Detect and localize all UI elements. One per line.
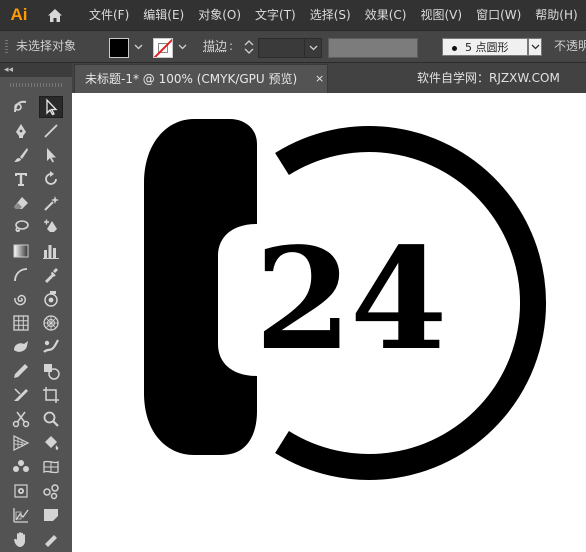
menu-file[interactable]: 文件(F)	[82, 0, 136, 30]
menu-bar: Ai 文件(F) 编辑(E) 对象(O) 文字(T) 选择(S) 效果(C) 视…	[0, 0, 586, 30]
tools-panel-grip[interactable]	[10, 83, 62, 87]
home-icon[interactable]	[44, 4, 66, 26]
pen-tool-icon[interactable]	[9, 120, 33, 142]
free-transform-icon[interactable]	[9, 480, 33, 502]
slice-tool-icon[interactable]	[39, 504, 63, 526]
spiral-tool-icon[interactable]	[9, 288, 33, 310]
symbol-sprayer-icon[interactable]	[39, 288, 63, 310]
control-bar: 未选择对象 描边 : 5 点圆形 不透明	[0, 30, 586, 63]
chevron-down-icon	[309, 45, 317, 51]
rectangular-grid-icon[interactable]	[9, 312, 33, 334]
toolbar-header: ◂◂	[0, 63, 72, 77]
menu-select[interactable]: 选择(S)	[303, 0, 358, 30]
stroke-weight-dropdown[interactable]	[304, 38, 322, 58]
polar-grid-icon[interactable]	[39, 312, 63, 334]
curvature-tool-icon[interactable]	[9, 96, 33, 118]
perspective-grid-icon[interactable]	[9, 432, 33, 454]
add-anchor-point-icon[interactable]	[39, 216, 63, 238]
artboard-tool-icon[interactable]	[39, 384, 63, 406]
brush-definition-value: 5 点圆形	[465, 41, 509, 54]
blend-tool-icon[interactable]	[9, 456, 33, 478]
site-watermark: 软件自学网：RJZXW.COM	[417, 71, 560, 85]
zoom-tool-icon[interactable]	[39, 408, 63, 430]
arc-tool-icon[interactable]	[9, 264, 33, 286]
scissors-tool-icon[interactable]	[9, 408, 33, 430]
chevron-down-icon	[531, 44, 539, 50]
document-tab-strip: 未标题-1* @ 100% (CMYK/GPU 预览) × 软件自学网：RJZX…	[72, 63, 586, 93]
rotate-tool-icon[interactable]	[39, 168, 63, 190]
collapse-panel-icon[interactable]: ◂◂	[4, 64, 13, 76]
menu-help[interactable]: 帮助(H)	[528, 0, 584, 30]
magic-wand-icon[interactable]	[39, 192, 63, 214]
tools-panel	[0, 77, 72, 552]
stroke-colon: :	[229, 39, 234, 53]
mesh-tool-icon[interactable]	[39, 456, 63, 478]
shaper-tool-icon[interactable]	[39, 336, 63, 358]
line-segment-tool-icon[interactable]	[39, 120, 63, 142]
direct-selection-tool-icon[interactable]	[39, 96, 63, 118]
fill-color-swatch[interactable]	[109, 38, 129, 58]
menu-view[interactable]: 视图(V)	[413, 0, 469, 30]
paintbrush-tool-icon[interactable]	[9, 144, 33, 166]
stroke-color-swatch[interactable]	[153, 38, 173, 58]
menu-type[interactable]: 文字(T)	[248, 0, 303, 30]
app-logo: Ai	[10, 5, 28, 24]
selection-arrow-icon[interactable]	[39, 144, 63, 166]
variable-width-profile[interactable]	[328, 38, 418, 58]
brush-dot-icon	[452, 46, 457, 51]
stroke-weight-spinner-icon[interactable]	[243, 39, 255, 55]
menu-effect[interactable]: 效果(C)	[358, 0, 414, 30]
graph-data-icon[interactable]	[9, 504, 33, 526]
menu-object[interactable]: 对象(O)	[191, 0, 248, 30]
close-icon[interactable]: ×	[315, 65, 324, 93]
lasso-tool-icon[interactable]	[9, 216, 33, 238]
artboard-canvas[interactable]: 24	[72, 93, 586, 552]
menu-window[interactable]: 窗口(W)	[469, 0, 528, 30]
eraser-tool-icon[interactable]	[9, 192, 33, 214]
document-tab[interactable]: 未标题-1* @ 100% (CMYK/GPU 预览) ×	[74, 64, 328, 93]
pencil-tool-icon[interactable]	[9, 360, 33, 382]
knife-tool-icon[interactable]	[9, 384, 33, 406]
column-graph-tool-icon[interactable]	[39, 240, 63, 262]
phone-24-hours-artwork[interactable]: 24	[72, 93, 586, 552]
control-bar-grip[interactable]	[5, 40, 8, 54]
brush-dropdown[interactable]	[528, 38, 542, 56]
selection-status: 未选择对象	[16, 39, 77, 53]
document-tab-title: 未标题-1* @ 100% (CMYK/GPU 预览)	[85, 72, 298, 86]
stroke-chevron-down-icon[interactable]	[177, 42, 187, 52]
menu-items: 文件(F) 编辑(E) 对象(O) 文字(T) 选择(S) 效果(C) 视图(V…	[82, 0, 585, 30]
type-tool-icon[interactable]	[9, 168, 33, 190]
brush-definition-select[interactable]: 5 点圆形	[442, 38, 528, 56]
fill-chevron-down-icon[interactable]	[133, 42, 143, 52]
opacity-label[interactable]: 不透明	[554, 31, 586, 62]
menu-edit[interactable]: 编辑(E)	[136, 0, 191, 30]
puppet-warp-icon[interactable]	[39, 480, 63, 502]
eraser-small-icon[interactable]	[39, 528, 63, 550]
gradient-tool-icon[interactable]	[9, 240, 33, 262]
stroke-weight-input[interactable]	[258, 38, 306, 58]
hand-tool-icon[interactable]	[9, 528, 33, 550]
blob-brush-icon[interactable]	[9, 336, 33, 358]
shape-builder-icon[interactable]	[39, 360, 63, 382]
eyedropper-tool-icon[interactable]	[39, 264, 63, 286]
stroke-label[interactable]: 描边	[203, 31, 227, 62]
number-24-text: 24	[255, 218, 446, 382]
live-paint-bucket-icon[interactable]	[39, 432, 63, 454]
telephone-handset-icon	[144, 119, 257, 455]
